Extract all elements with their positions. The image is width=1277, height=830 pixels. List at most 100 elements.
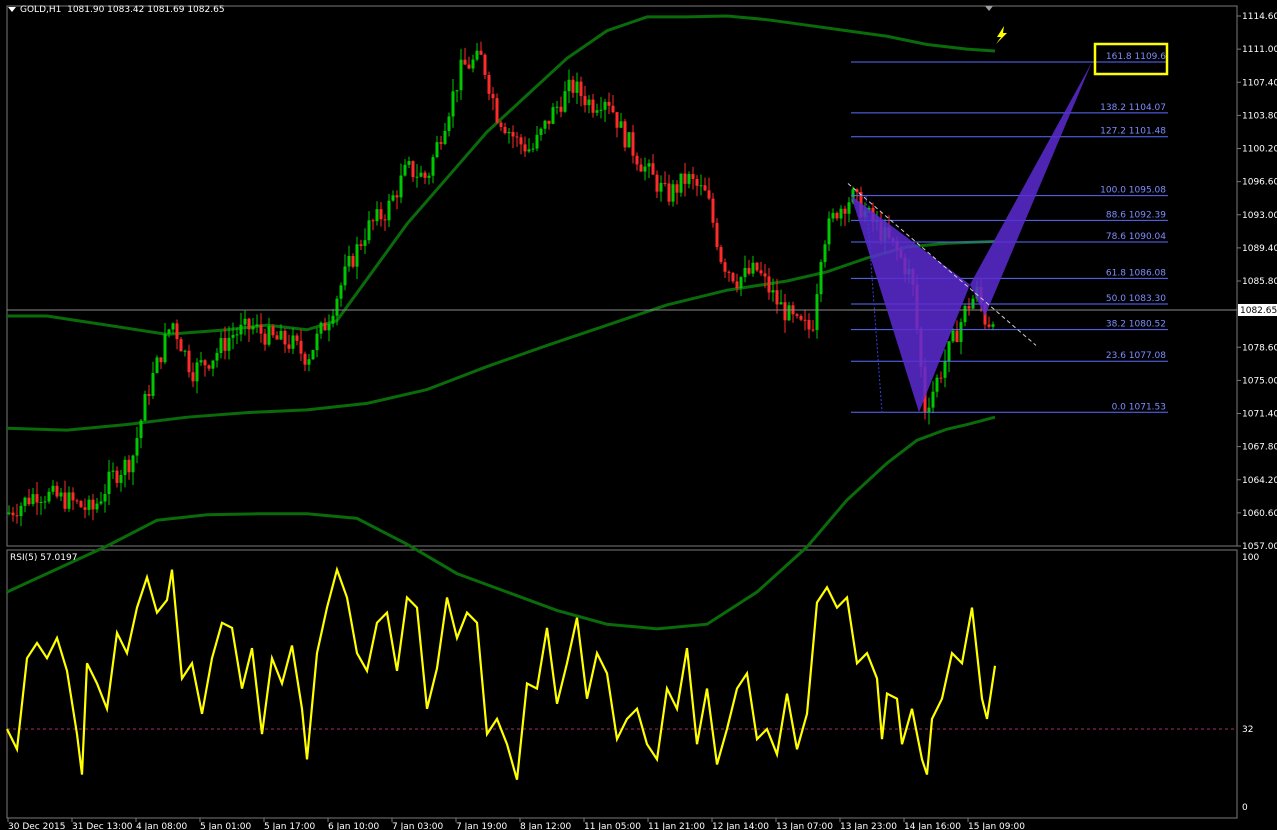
time-label: 8 Jan 12:00 — [520, 822, 572, 830]
candle-body — [43, 501, 47, 503]
candle-body — [27, 497, 31, 505]
candle-body — [79, 501, 83, 508]
candle-body — [123, 459, 127, 475]
candle-body — [115, 470, 119, 483]
price-label: 1057.00 — [1242, 542, 1277, 552]
candle-body — [643, 166, 647, 172]
candle-body — [935, 377, 939, 392]
candle-body — [947, 341, 951, 362]
candle-body — [251, 326, 255, 330]
candle-body — [439, 142, 443, 144]
candle-body — [255, 324, 259, 327]
candle-body — [179, 339, 183, 352]
candle-body — [623, 121, 627, 148]
candle-body — [283, 330, 287, 345]
candle-body — [219, 338, 223, 353]
candle-body — [355, 244, 359, 267]
candle-body — [271, 326, 275, 336]
candle-body — [431, 157, 435, 176]
candle-body — [59, 492, 63, 497]
candle-body — [315, 333, 319, 351]
candle-body — [831, 212, 835, 219]
candle-body — [671, 184, 675, 202]
arrow-icon — [996, 26, 1007, 44]
candle-body — [403, 164, 407, 176]
candle-body — [139, 420, 143, 439]
candle-body — [567, 79, 571, 92]
time-label: 12 Jan 14:00 — [712, 822, 769, 830]
candle-body — [383, 219, 387, 221]
candle-body — [787, 305, 791, 321]
candle-body — [91, 499, 95, 510]
candle-body — [127, 459, 131, 473]
candle-body — [631, 132, 635, 156]
time-label: 30 Dec 2015 — [8, 822, 66, 830]
candle-body — [415, 176, 419, 178]
candle-body — [603, 101, 607, 110]
candle-body — [419, 172, 423, 177]
candle-body — [519, 137, 523, 145]
candle-body — [291, 335, 295, 349]
dropdown-icon[interactable] — [8, 7, 16, 12]
candle-body — [455, 90, 459, 92]
candle-body — [639, 164, 643, 172]
time-label: 11 Jan 05:00 — [584, 822, 641, 830]
price-candles — [7, 41, 1237, 527]
candle-body — [267, 326, 271, 345]
candle-body — [499, 122, 503, 127]
candle-body — [683, 173, 687, 184]
candle-body — [231, 334, 235, 338]
candle-body — [835, 212, 839, 219]
candle-body — [15, 515, 19, 517]
candle-body — [523, 144, 527, 152]
candle-body — [379, 209, 383, 220]
price-label: 1100.20 — [1242, 145, 1277, 155]
candle-body — [599, 109, 603, 111]
time-label: 11 Jan 21:00 — [648, 822, 705, 830]
candle-body — [183, 350, 187, 352]
fib-level-label: 127.2 1101.48 — [1100, 127, 1166, 137]
candle-body — [483, 54, 487, 75]
candle-body — [151, 372, 155, 396]
rsi-axis-label: 32 — [1242, 725, 1253, 735]
time-label: 15 Jan 09:00 — [968, 822, 1025, 830]
candle-body — [447, 116, 451, 131]
chart-canvas[interactable]: 161.8 1109.6 138.2 1104.07 127.2 1101.48 10… — [0, 0, 1277, 830]
ohlc-values: 1081.90 1083.42 1081.69 1082.65 — [67, 5, 225, 15]
candle-body — [847, 202, 851, 214]
candle-body — [727, 271, 731, 273]
upper-band-line — [7, 14, 996, 336]
candle-body — [959, 322, 963, 343]
candle-body — [675, 184, 679, 193]
candle-body — [811, 329, 815, 331]
candle-body — [103, 493, 107, 502]
candle-body — [495, 98, 499, 123]
candle-body — [235, 334, 239, 336]
time-label: 6 Jan 10:00 — [328, 822, 380, 830]
candle-body — [579, 81, 583, 97]
candle-body — [211, 360, 215, 369]
candle-body — [987, 324, 991, 327]
candle-body — [715, 222, 719, 248]
fib-level-label: 50.0 1083.30 — [1106, 294, 1166, 304]
candle-body — [615, 112, 619, 128]
price-axis: 1114.60 1111.00 1107.40 1103.80 1100.20 1096.… — [1237, 12, 1277, 552]
candle-body — [95, 503, 99, 510]
candle-body — [23, 497, 27, 506]
candle-body — [563, 91, 567, 112]
candle-body — [71, 492, 75, 501]
bollinger-bands — [6, 14, 996, 631]
candle-body — [767, 276, 771, 293]
chart-header[interactable]: GOLD,H1 1081.90 1083.42 1081.69 1082.65 — [8, 5, 225, 15]
candle-body — [459, 59, 463, 91]
candle-body — [335, 298, 339, 316]
candle-body — [387, 200, 391, 221]
candle-body — [679, 173, 683, 193]
harmonic-pattern[interactable] — [847, 6, 1092, 413]
fib-level-label: 161.8 1109.6 — [1106, 52, 1166, 62]
symbol-label: GOLD,H1 — [20, 5, 62, 15]
candle-body — [299, 340, 303, 354]
candle-body — [363, 240, 367, 246]
candle-body — [647, 163, 651, 167]
candle-body — [607, 101, 611, 106]
